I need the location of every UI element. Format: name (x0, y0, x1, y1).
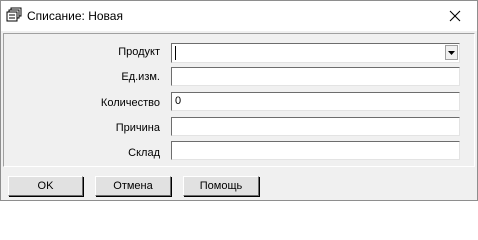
button-bar: OK Отмена Помощь (1, 169, 477, 200)
product-label: Продукт (118, 46, 160, 58)
close-button[interactable] (432, 1, 477, 31)
dropdown-button[interactable] (445, 45, 458, 60)
cancel-button[interactable]: Отмена (95, 176, 171, 196)
chevron-down-icon (448, 50, 455, 55)
dialog-window: Списание: Новая Продукт Ед.изм. Количест… (0, 0, 478, 201)
reason-field[interactable] (171, 117, 460, 136)
text-caret (175, 46, 176, 60)
quantity-field[interactable]: 0 (171, 92, 460, 111)
window-title: Списание: Новая (27, 9, 123, 23)
title-bar[interactable]: Списание: Новая (1, 1, 477, 31)
unit-label: Ед.изм. (121, 71, 160, 83)
help-button[interactable]: Помощь (183, 176, 259, 196)
warehouse-field[interactable] (171, 141, 460, 160)
unit-field[interactable] (171, 67, 460, 86)
quantity-label: Количество (100, 97, 160, 109)
close-icon (449, 10, 460, 22)
form-panel: Продукт Ед.изм. Количество 0 Причина Скл… (3, 33, 475, 167)
reason-label: Причина (115, 122, 160, 134)
warehouse-label: Склад (128, 147, 160, 159)
ok-button[interactable]: OK (8, 176, 83, 196)
product-combobox[interactable] (171, 43, 460, 63)
stack-of-cards-icon (6, 7, 22, 23)
